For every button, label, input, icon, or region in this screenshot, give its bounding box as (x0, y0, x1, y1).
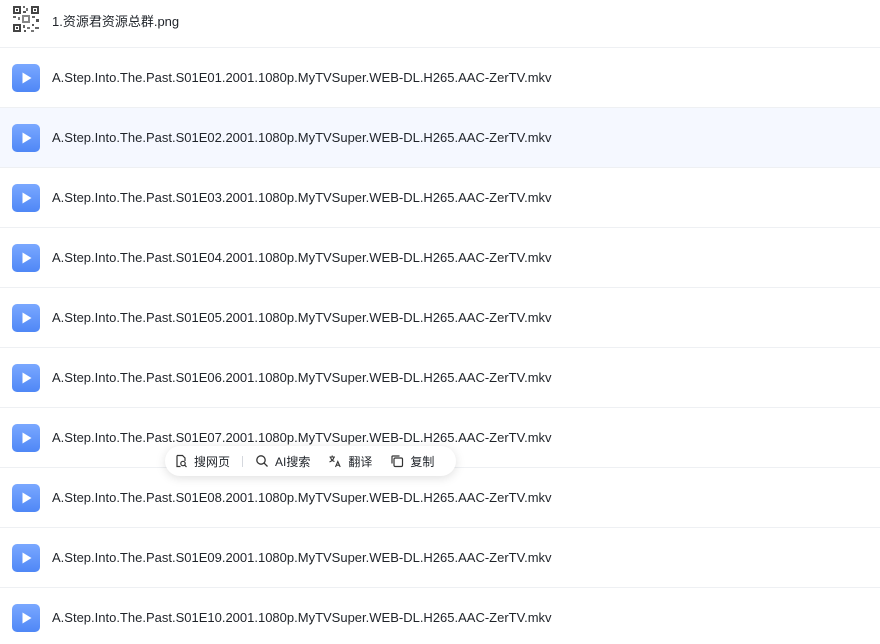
text-selection-toolbar: 搜网页 AI搜索 翻译 复制 (165, 446, 456, 476)
video-play-icon (12, 123, 40, 152)
file-row-image[interactable]: 1.资源君资源总群.png (0, 0, 880, 48)
file-name: 1.资源君资源总群.png (52, 14, 180, 29)
toolbar-divider (242, 455, 244, 467)
file-name: A.Step.Into.The.Past.S01E09.2001.1080p.M… (52, 550, 552, 565)
translate-button[interactable]: 翻译 (328, 446, 372, 476)
magnifier-icon (256, 455, 268, 467)
search-web-button[interactable]: 搜网页 (174, 446, 230, 476)
file-name: A.Step.Into.The.Past.S01E06.2001.1080p.M… (52, 370, 552, 385)
video-play-icon (12, 604, 40, 632)
file-name: A.Step.Into.The.Past.S01E04.2001.1080p.M… (52, 250, 552, 265)
file-name: A.Step.Into.The.Past.S01E07.2001.1080p.M… (52, 430, 552, 445)
video-play-icon (12, 543, 40, 572)
video-play-icon (12, 303, 40, 332)
file-name: A.Step.Into.The.Past.S01E10.2001.1080p.M… (52, 610, 552, 625)
copy-button[interactable]: 复制 (390, 446, 434, 476)
file-row-video[interactable]: A.Step.Into.The.Past.S01E06.2001.1080p.M… (0, 348, 880, 408)
web-search-icon (176, 454, 187, 468)
video-play-icon (12, 423, 40, 452)
translate-icon (329, 455, 342, 468)
qr-code-image-icon (12, 5, 40, 33)
file-row-video[interactable]: A.Step.Into.The.Past.S01E08.2001.1080p.M… (0, 468, 880, 528)
file-row-video[interactable]: A.Step.Into.The.Past.S01E10.2001.1080p.M… (0, 588, 880, 644)
file-name: A.Step.Into.The.Past.S01E02.2001.1080p.M… (52, 130, 552, 145)
file-list: 1.资源君资源总群.png A.Step.Into.The.Past.S01E0… (0, 0, 880, 644)
video-play-icon (12, 183, 40, 212)
file-row-video[interactable]: A.Step.Into.The.Past.S01E03.2001.1080p.M… (0, 168, 880, 228)
video-play-icon (12, 483, 40, 512)
video-play-icon (12, 363, 40, 392)
file-row-video[interactable]: A.Step.Into.The.Past.S01E02.2001.1080p.M… (0, 108, 880, 168)
file-name: A.Step.Into.The.Past.S01E08.2001.1080p.M… (52, 490, 552, 505)
file-name: A.Step.Into.The.Past.S01E01.2001.1080p.M… (52, 70, 552, 85)
search-web-label: 搜网页 (194, 454, 231, 469)
file-row-video[interactable]: A.Step.Into.The.Past.S01E09.2001.1080p.M… (0, 528, 880, 588)
file-row-video[interactable]: A.Step.Into.The.Past.S01E01.2001.1080p.M… (0, 48, 880, 108)
ai-search-button[interactable]: AI搜索 (255, 446, 310, 476)
video-play-icon (12, 243, 40, 272)
video-play-icon (12, 63, 40, 92)
translate-label: 翻译 (348, 454, 373, 469)
copy-icon (391, 455, 404, 468)
file-row-video[interactable]: A.Step.Into.The.Past.S01E05.2001.1080p.M… (0, 288, 880, 348)
ai-search-label: AI搜索 (275, 454, 311, 469)
copy-label: 复制 (410, 454, 435, 469)
file-name: A.Step.Into.The.Past.S01E03.2001.1080p.M… (52, 190, 552, 205)
file-name: A.Step.Into.The.Past.S01E05.2001.1080p.M… (52, 310, 552, 325)
file-row-video[interactable]: A.Step.Into.The.Past.S01E04.2001.1080p.M… (0, 228, 880, 288)
